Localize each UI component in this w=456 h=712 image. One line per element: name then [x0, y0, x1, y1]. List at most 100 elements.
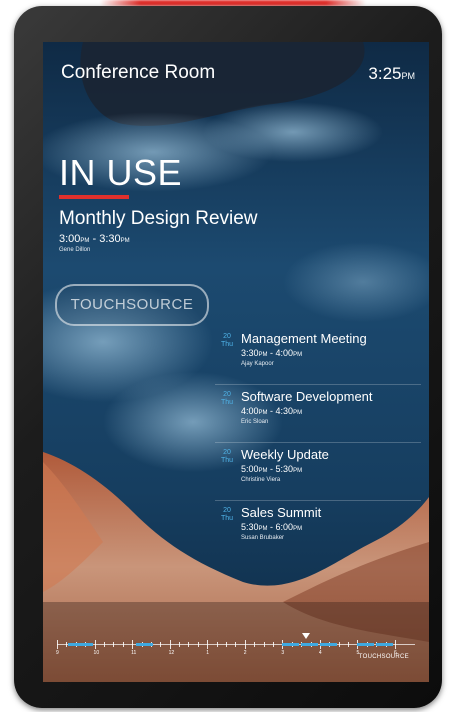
timeline-tick	[226, 642, 227, 647]
timeline-tick	[235, 642, 237, 647]
timeline-booked-segment	[357, 643, 375, 646]
timeline-tick	[244, 640, 246, 649]
clock-time: 3:25	[368, 64, 402, 83]
meeting-weekday: Thu	[220, 399, 234, 406]
meeting-end: 6:00	[275, 522, 294, 532]
meeting-start-suffix: PM	[258, 352, 268, 358]
upcoming-meeting-item[interactable]: 20 Thu Sales Summit 5:30PM - 6:00PM Susan Br…	[215, 501, 421, 558]
timeline-tick	[57, 640, 58, 649]
timeline-hour-label: 5	[356, 650, 360, 656]
timeline-hour-label: 4	[318, 650, 322, 656]
meeting-end-suffix: PM	[293, 410, 303, 416]
timeline-current-marker	[301, 633, 310, 639]
upcoming-meeting-item[interactable]: 20 Thu Management Meeting 3:30PM - 4:00PM Aj…	[215, 327, 421, 385]
timeline-booked-segment	[282, 643, 300, 646]
room-name: Conference Room	[61, 62, 216, 83]
meeting-time: 5:00PM - 5:30PM	[241, 464, 302, 474]
timeline-tick	[338, 642, 340, 647]
room-display-screen: Conference Room 3:25PM IN USE Monthly De…	[43, 42, 429, 682]
touchsource-logo: TOUCHSOURCE	[55, 284, 209, 326]
timeline-hour-label: 6	[394, 650, 397, 656]
timeline-tick	[94, 640, 96, 649]
meeting-organizer: Ajay Kapoor	[241, 361, 274, 367]
timeline-tick	[122, 642, 124, 647]
meeting-end: 4:00	[275, 348, 294, 358]
timeline-tick	[348, 642, 350, 647]
timeline-booked-segment	[68, 643, 93, 646]
meeting-organizer: Eric Sloan	[241, 419, 269, 425]
timeline-tick	[160, 642, 162, 647]
time-separator: -	[89, 233, 100, 245]
timeline-tick	[179, 642, 181, 647]
timeline-booked-segment	[376, 643, 393, 646]
timeline-tick	[272, 642, 274, 647]
upcoming-meeting-item[interactable]: 20 Thu Software Development 4:00PM - 4:30PM…	[215, 385, 421, 443]
timeline-tick	[216, 642, 218, 647]
meeting-date: 20 Thu	[220, 391, 234, 407]
meeting-end: 5:30	[275, 464, 294, 474]
meeting-organizer: Susan Brubaker	[241, 535, 285, 541]
timeline-hour-label: 3	[281, 650, 285, 656]
meeting-time: 4:00PM - 4:30PM	[241, 406, 302, 416]
current-end: 3:30	[99, 233, 121, 245]
timeline-booked-segment	[301, 643, 318, 646]
timeline-tick	[103, 642, 105, 647]
meeting-weekday: Thu	[220, 341, 234, 348]
status-indicator-bar	[59, 195, 129, 199]
meeting-day: 20	[223, 449, 231, 456]
meeting-end-suffix: PM	[293, 468, 303, 474]
meeting-day: 20	[223, 333, 231, 340]
current-meeting-title: Monthly Design Review	[59, 208, 258, 229]
meeting-end: 4:30	[275, 406, 294, 416]
upcoming-meetings-list: 20 Thu Management Meeting 3:30PM - 4:00PM Aj…	[215, 327, 421, 558]
timeline-tick	[207, 640, 209, 649]
timeline-tick	[254, 642, 256, 647]
meeting-time: 5:30PM - 6:00PM	[241, 522, 302, 532]
clock-suffix: PM	[401, 71, 416, 81]
meeting-organizer: Christine Viera	[241, 477, 281, 483]
timeline-tick	[132, 640, 134, 649]
current-meeting-time: 3:00PM - 3:30PM	[59, 233, 130, 245]
meeting-day: 20	[223, 391, 231, 398]
timeline-tick	[169, 640, 171, 649]
meeting-time: 3:30PM - 4:00PM	[241, 348, 302, 358]
meeting-weekday: Thu	[220, 515, 234, 522]
timeline-hour-label: 12	[168, 650, 175, 656]
meeting-date: 20 Thu	[220, 449, 234, 465]
meeting-start: 5:30	[241, 522, 259, 532]
time-separator: -	[267, 464, 276, 474]
meeting-start: 5:00	[241, 464, 259, 474]
meeting-title: Weekly Update	[241, 447, 329, 462]
meeting-start-suffix: PM	[258, 468, 268, 474]
meeting-end-suffix: PM	[293, 352, 303, 358]
current-clock: 3:25PM	[368, 64, 415, 84]
meeting-title: Management Meeting	[241, 331, 367, 346]
upcoming-meeting-item[interactable]: 20 Thu Weekly Update 5:00PM - 5:30PM Christi…	[215, 443, 421, 501]
timeline-hour-label: 11	[131, 650, 137, 656]
timeline-tick	[66, 642, 68, 647]
meeting-end-suffix: PM	[293, 526, 303, 532]
meeting-date: 20 Thu	[220, 333, 234, 349]
timeline-tick	[113, 642, 115, 647]
meeting-start: 3:30	[241, 348, 259, 358]
meeting-date: 20 Thu	[220, 507, 234, 523]
time-separator: -	[267, 406, 276, 416]
meeting-weekday: Thu	[220, 457, 234, 464]
day-timeline[interactable]: TOUCHSOURCE 9 10 11 12 1 2 3 4 5 6	[56, 630, 415, 670]
room-status-label: IN USE	[59, 152, 183, 193]
timeline-hour-label: 2	[243, 650, 247, 656]
timeline-tick	[263, 642, 265, 647]
timeline-hour-label: 9	[56, 650, 59, 656]
timeline-tick	[188, 642, 190, 647]
current-meeting-organizer: Gene Dillon	[59, 247, 91, 253]
time-separator: -	[267, 348, 276, 358]
timeline-hour-label: 10	[93, 650, 100, 656]
current-start: 3:00	[59, 233, 81, 245]
meeting-title: Software Development	[241, 389, 373, 404]
time-separator: -	[267, 522, 276, 532]
timeline-tick	[197, 642, 199, 647]
timeline-tick	[395, 640, 396, 649]
timeline-hour-label: 1	[206, 650, 209, 656]
meeting-start: 4:00	[241, 406, 259, 416]
meeting-start-suffix: PM	[258, 410, 268, 416]
